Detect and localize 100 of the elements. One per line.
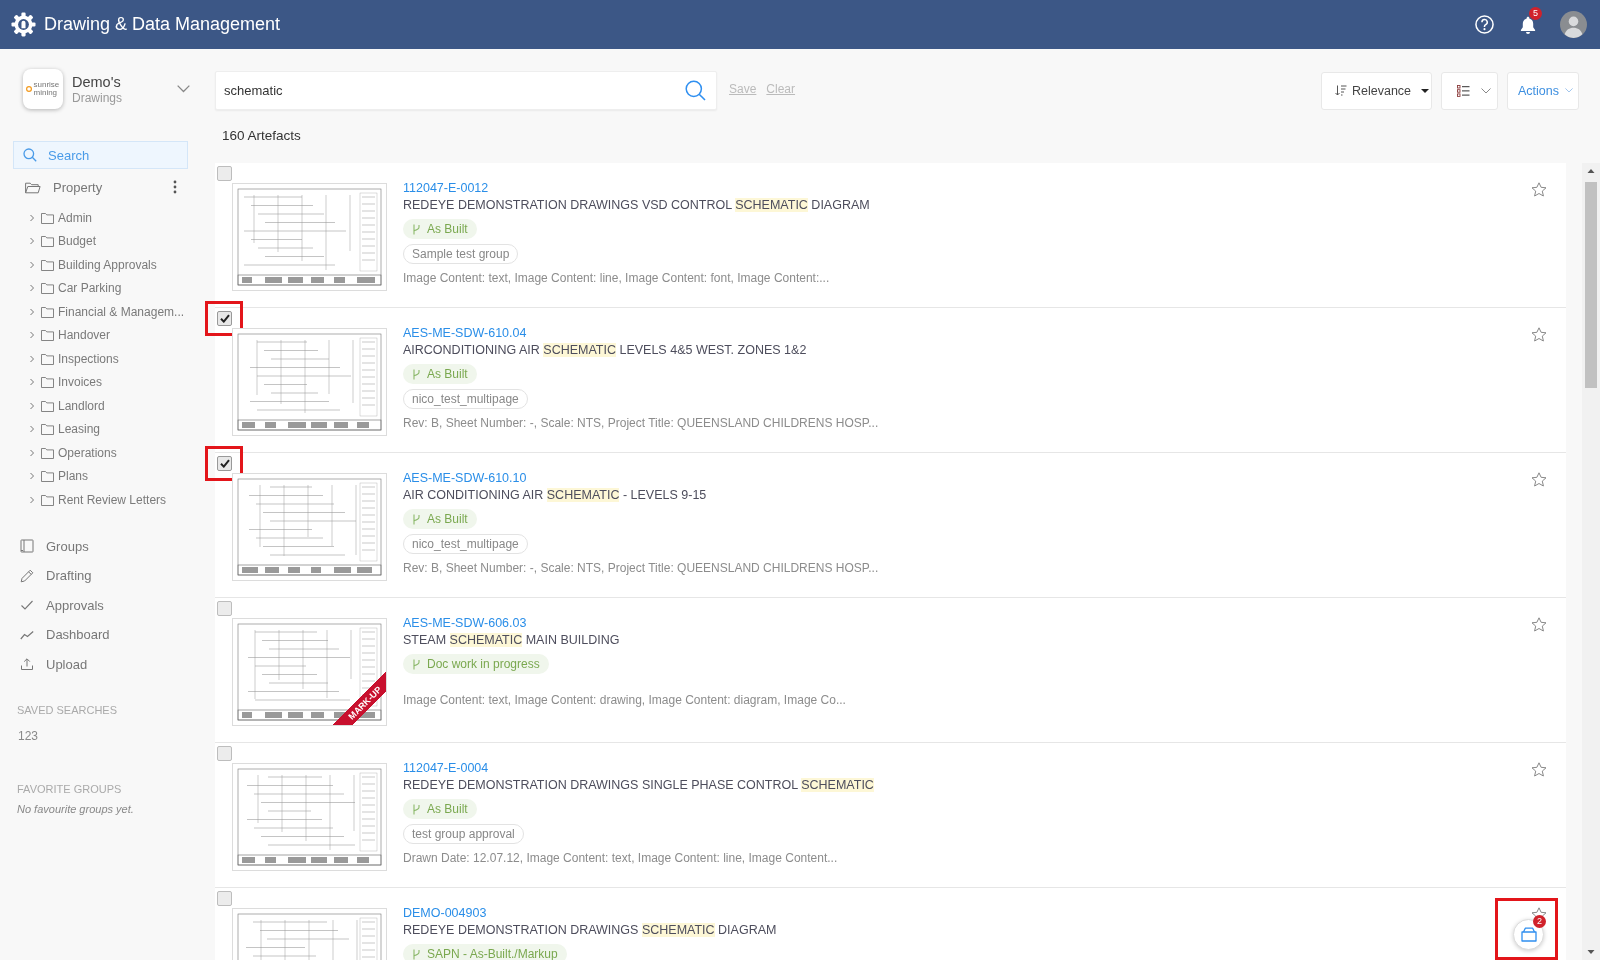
box-icon [1520,927,1537,942]
search-icon [23,148,37,162]
folder-icon [41,376,54,389]
folder-icon [41,329,54,342]
kebab-menu-icon[interactable] [173,180,177,194]
branch-icon [412,658,421,670]
drawing-thumbnail[interactable] [232,473,387,581]
folder-icon [41,305,54,318]
scrollbar[interactable] [1582,163,1600,960]
document-id-link[interactable]: DEMO-004903 [403,905,487,922]
document-id-link[interactable]: AES-ME-SDW-606.03 [403,615,527,632]
help-icon[interactable] [1475,15,1494,34]
checkmark-icon [219,459,230,468]
checkbox[interactable] [217,891,232,906]
folder-item[interactable]: Building Approvals [0,253,200,277]
chevron-down-icon [1481,87,1491,94]
checkbox[interactable] [217,746,232,761]
nav-item[interactable]: Dashboard [0,620,200,650]
checkbox[interactable] [217,456,232,471]
section-heading: SAVED SEARCHES [16,703,119,717]
folder-icon [41,282,54,295]
drawing-thumbnail[interactable] [232,183,387,291]
folder-item[interactable]: Rent Review Letters [0,488,200,512]
drawing-thumbnail[interactable] [232,763,387,871]
document-id-link[interactable]: 112047-E-0012 [403,180,489,197]
sort-button[interactable]: Relevance [1321,71,1432,110]
metadata-text: Drawn Date: 12.07.12, Image Content: text, Image Content: line, Image Content... [403,850,838,867]
drawing-thumbnail[interactable] [232,328,387,436]
list-view-icon [1457,84,1470,97]
checkbox[interactable] [217,601,232,616]
metadata-text: Image Content: text, Image Content: line, Image Content: font, Image Content:... [403,270,830,287]
view-mode-button[interactable] [1441,71,1498,110]
search-field[interactable]: schematic [215,71,717,110]
folder-item[interactable]: Budget [0,229,200,253]
result-count: 160 Artefacts [221,127,302,144]
branch-icon [412,803,421,815]
folder-item[interactable]: Leasing [0,417,200,441]
checkmark-icon [219,314,230,323]
folder-icon [41,235,54,248]
document-title: REDEYE DEMONSTRATION DRAWINGS SCHEMATIC DIAGRAM [403,922,777,939]
section-heading: FAVORITE GROUPS [16,782,123,796]
scrollbar-thumb[interactable] [1585,182,1597,388]
star-icon[interactable] [1531,617,1547,632]
actions-button[interactable]: Actions [1507,71,1579,110]
saved-search-link[interactable]: 123 [0,729,39,744]
folder-item[interactable]: Inspections [0,347,200,371]
status-tag: As Built [403,364,477,384]
nav-item[interactable]: Groups [0,531,200,561]
brand-name: sunrise mining [33,81,61,97]
branch-icon [412,223,421,235]
chevron-down-icon[interactable] [177,85,190,93]
status-tag: SAPN - As-Built./Markup [403,944,567,960]
tree-root-item[interactable]: Property [0,173,200,201]
folder-item[interactable]: Car Parking [0,276,200,300]
document-title: AIR CONDITIONING AIR SCHEMATIC - LEVELS 9-15 [403,487,707,504]
sun-dot-icon [25,86,32,92]
status-tag: As Built [403,799,477,819]
folder-item[interactable]: Handover [0,323,200,347]
folder-item[interactable]: Plans [0,464,200,488]
document-title: REDEYE DEMONSTRATION DRAWINGS SINGLE PHASE CONTROL SCHEMATIC [403,777,874,794]
chevron-down-icon [1565,88,1573,93]
branch-icon [412,513,421,525]
drawing-thumbnail[interactable] [232,618,387,726]
folder-icon [41,258,54,271]
checkbox[interactable] [217,166,232,181]
folder-item[interactable]: Invoices [0,370,200,394]
document-title: STEAM SCHEMATIC MAIN BUILDING [403,632,620,649]
notification-badge: 5 [1529,6,1542,20]
status-tag: Doc work in progress [403,654,549,674]
star-icon[interactable] [1531,472,1547,487]
folder-item[interactable]: Financial & Managem... [0,300,200,324]
workspace-name: Demo's [72,72,122,91]
star-icon[interactable] [1531,327,1547,342]
upload-icon [20,657,34,672]
document-id-link[interactable]: 112047-E-0004 [403,760,489,777]
folder-icon [41,211,54,224]
document-id-link[interactable]: AES-ME-SDW-610.04 [403,325,527,342]
avatar-icon[interactable] [1560,11,1587,38]
search-icon[interactable] [685,80,706,101]
search-nav-item[interactable]: Search [13,141,188,169]
metadata-text: Rev: B, Sheet Number: -, Scale: NTS, Project Title: QUEENSLAND CHILDRENS HOSP... [403,560,879,577]
app-title: Drawing & Data Management [44,14,281,35]
document-title: AIRCONDITIONING AIR SCHEMATIC LEVELS 4&5 WEST. ZONES 1&2 [403,342,807,359]
checkbox[interactable] [217,311,232,326]
nav-item[interactable]: Approvals [0,590,200,620]
star-icon[interactable] [1531,762,1547,777]
folder-icon [41,399,54,412]
status-tag: As Built [403,509,477,529]
folder-item[interactable]: Landlord [0,394,200,418]
nav-item[interactable]: Drafting [0,561,200,591]
document-id-link[interactable]: AES-ME-SDW-610.10 [403,470,527,487]
gear-logo-icon [11,12,36,37]
bell-icon[interactable] [1520,15,1536,34]
folder-item[interactable]: Operations [0,441,200,465]
empty-message: No favourite groups yet. [16,802,135,816]
folder-open-icon [25,180,41,194]
star-icon[interactable] [1531,182,1547,197]
sort-icon [1335,85,1347,96]
nav-item[interactable]: Upload [0,649,200,679]
folder-item[interactable]: Admin [0,206,200,230]
